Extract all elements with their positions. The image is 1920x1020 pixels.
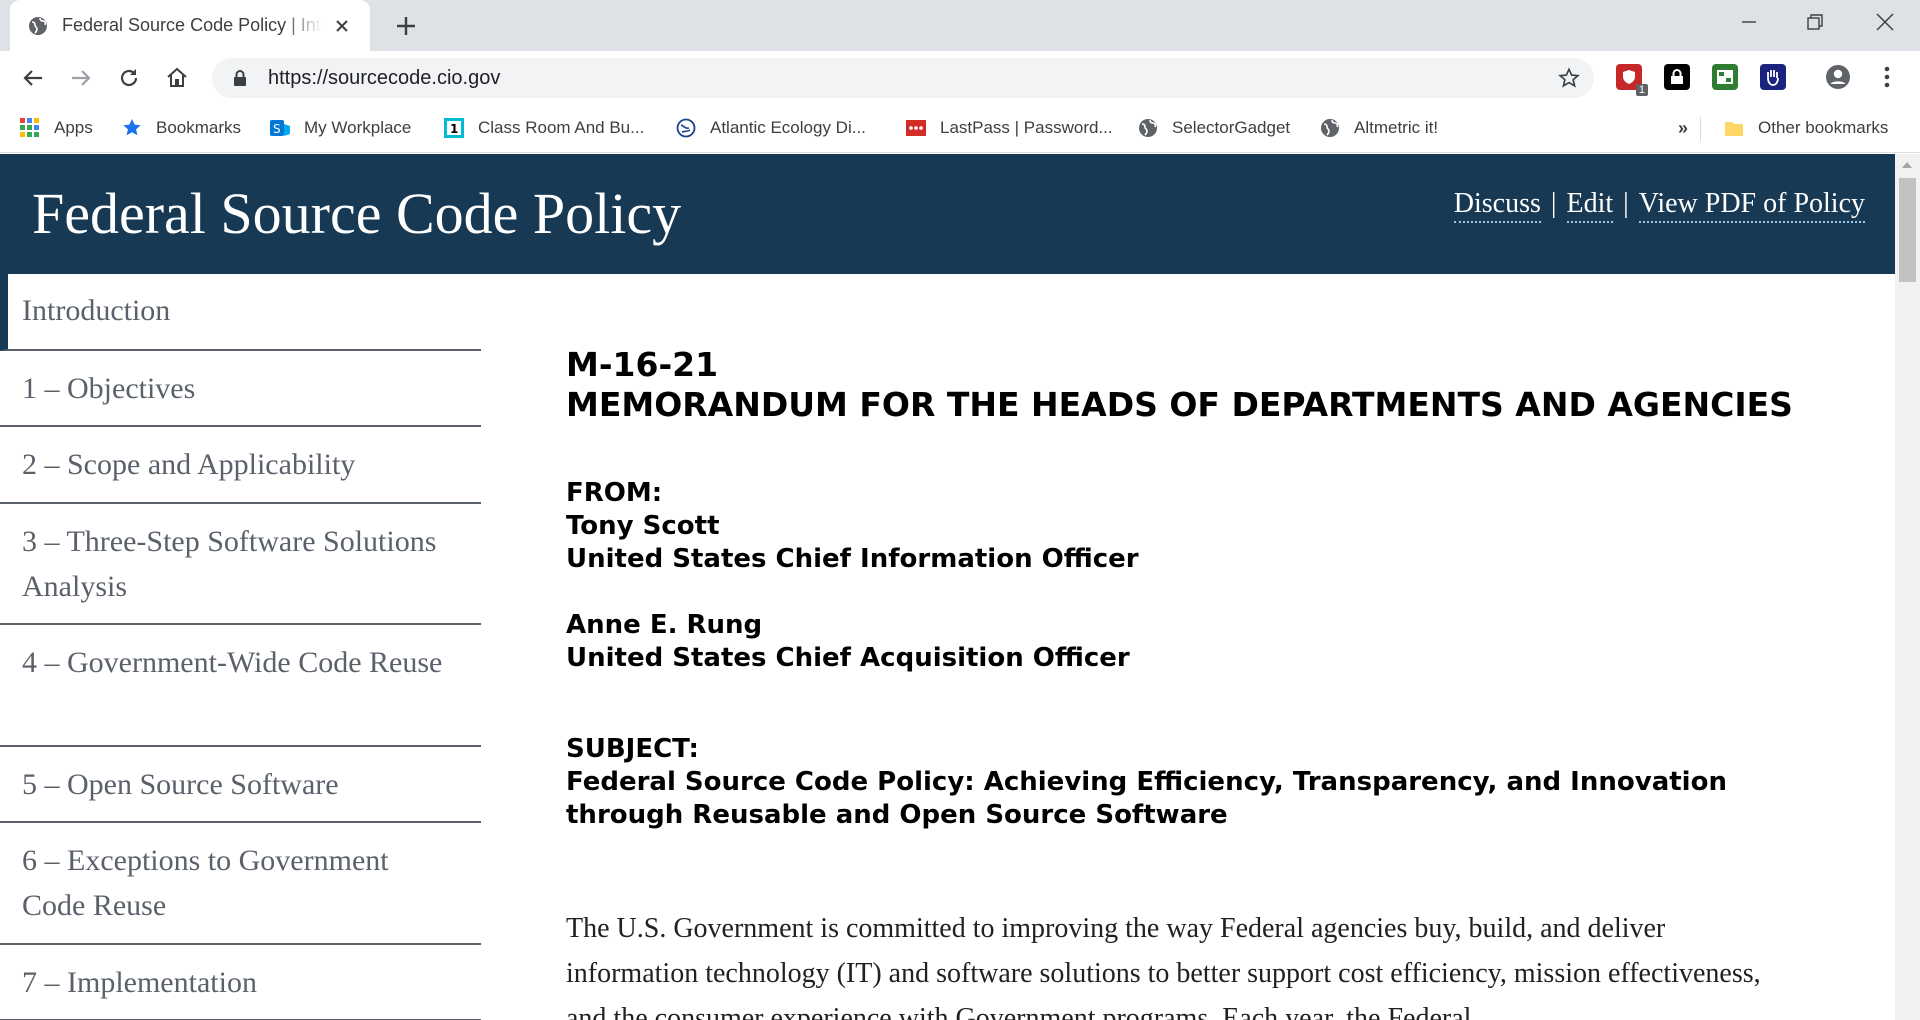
subject-text: Federal Source Code Policy: Achieving Ef… — [566, 767, 1727, 830]
sidebar-item-scope[interactable]: 2 – Scope and Applicability — [0, 427, 481, 504]
bookmark-my-workplace[interactable]: S My Workplace — [270, 118, 411, 138]
from-label: FROM: — [566, 478, 663, 508]
site-title[interactable]: Federal Source Code Policy — [32, 180, 681, 247]
globe-icon — [1138, 118, 1158, 138]
link-separator: | — [1623, 188, 1629, 219]
home-button[interactable] — [162, 63, 192, 93]
close-window-button[interactable] — [1858, 6, 1912, 38]
svg-text:1: 1 — [450, 122, 458, 136]
from-name-1: Tony Scott — [566, 511, 720, 541]
chrome-menu-button[interactable] — [1874, 64, 1900, 90]
bookmarks-divider — [1700, 117, 1701, 141]
bookmark-label: Other bookmarks — [1758, 118, 1889, 137]
bookmarks-bar: Apps Bookmarks S My Workplace 1 Class Ro… — [0, 105, 1920, 153]
forward-arrow-icon — [72, 70, 91, 86]
bookmark-altmetric[interactable]: Altmetric it! — [1320, 118, 1438, 138]
memo-heading: MEMORANDUM FOR THE HEADS OF DEPARTMENTS … — [566, 385, 1793, 424]
bookmark-bookmarks[interactable]: Bookmarks — [122, 118, 241, 138]
bookmark-selectorgadget[interactable]: SelectorGadget — [1138, 118, 1290, 138]
apps-grid-icon — [20, 118, 40, 138]
reload-icon — [120, 69, 138, 87]
close-tab-icon[interactable] — [332, 16, 352, 36]
lock-extension-icon[interactable] — [1664, 64, 1690, 90]
globe-icon — [29, 16, 47, 35]
sidebar-nav: Introduction 1 – Objectives 2 – Scope an… — [0, 274, 481, 1020]
lastpass-icon — [906, 118, 926, 138]
bookmark-label: SelectorGadget — [1172, 118, 1291, 137]
from-title-1: United States Chief Information Officer — [566, 544, 1139, 574]
folder-icon — [1724, 118, 1744, 138]
ublock-extension-icon[interactable]: 1 — [1616, 64, 1648, 96]
sheets-extension-icon[interactable] — [1712, 64, 1738, 90]
bookmark-label: Apps — [54, 118, 93, 137]
bookmark-label: Class Room And Bu... — [478, 118, 645, 137]
site-header: Federal Source Code Policy Discuss | Edi… — [0, 154, 1895, 274]
lock-icon — [234, 70, 246, 86]
forward-button[interactable] — [66, 63, 96, 93]
bookmark-label: Atlantic Ecology Di... — [710, 118, 866, 137]
main-content: M-16-21 MEMORANDUM FOR THE HEADS OF DEPA… — [566, 345, 1796, 1020]
tab-title: Federal Source Code Policy | Introductio… — [62, 15, 322, 35]
subject-label: SUBJECT: — [566, 734, 699, 764]
calendar-icon: 1 — [444, 118, 464, 138]
sidebar-item-exceptions[interactable]: 6 – Exceptions to Government Code Reuse — [0, 823, 481, 945]
sidebar-item-three-step-analysis[interactable]: 3 – Three-Step Software Solutions Analys… — [0, 504, 481, 625]
from-title-2: United States Chief Acquisition Officer — [566, 643, 1130, 673]
browser-tab[interactable]: Federal Source Code Policy | Introductio… — [10, 0, 370, 51]
bookmarks-overflow-button[interactable]: » — [1678, 118, 1688, 139]
minimize-button[interactable] — [1722, 6, 1776, 38]
minimize-icon — [1742, 21, 1756, 23]
sharepoint-icon: S — [270, 118, 290, 138]
scrollbar-thumb[interactable] — [1899, 178, 1916, 282]
close-icon — [1876, 13, 1894, 31]
header-links: Discuss | Edit | View PDF of Policy — [1453, 188, 1865, 223]
bookmark-star-icon[interactable] — [1558, 67, 1580, 89]
memo-number: M-16-21 — [566, 345, 719, 384]
extension-badge: 1 — [1635, 84, 1648, 96]
sidebar-item-code-reuse[interactable]: 4 – Government-Wide Code Reuse — [0, 625, 481, 747]
star-icon — [122, 118, 142, 138]
page-scrollbar[interactable] — [1895, 154, 1920, 1020]
hand-extension-icon[interactable] — [1760, 64, 1786, 90]
sidebar-item-open-source[interactable]: 5 – Open Source Software — [0, 747, 481, 823]
url-text[interactable]: https://sourcecode.cio.gov — [268, 67, 500, 90]
bookmark-atlantic-ecology[interactable]: Atlantic Ecology Di... — [676, 118, 866, 138]
scroll-up-arrow-icon[interactable] — [1902, 162, 1912, 168]
bookmark-class-room[interactable]: 1 Class Room And Bu... — [444, 118, 644, 138]
sidebar-item-implementation[interactable]: 7 – Implementation — [0, 945, 481, 1020]
account-icon — [1826, 65, 1850, 89]
link-separator: | — [1550, 188, 1557, 219]
bookmark-label: My Workplace — [304, 118, 412, 137]
new-tab-icon[interactable] — [392, 12, 420, 40]
restore-icon — [1807, 14, 1823, 30]
browser-tabstrip: Federal Source Code Policy | Introductio… — [0, 0, 1920, 51]
restore-button[interactable] — [1788, 6, 1842, 38]
edit-link[interactable]: Edit — [1566, 188, 1614, 223]
back-button[interactable] — [18, 63, 48, 93]
bookmark-lastpass[interactable]: LastPass | Password... — [906, 118, 1113, 138]
bookmark-label: Bookmarks — [156, 118, 242, 137]
intro-paragraph: The U.S. Government is committed to impr… — [566, 913, 1761, 1020]
bookmark-label: LastPass | Password... — [940, 118, 1113, 137]
back-arrow-icon — [23, 70, 42, 86]
globe-icon — [676, 118, 696, 138]
more-vert-icon — [1884, 66, 1890, 88]
bookmark-label: Altmetric it! — [1354, 118, 1439, 137]
svg-text:S: S — [273, 122, 281, 136]
discuss-link[interactable]: Discuss — [1453, 188, 1541, 223]
sidebar-item-introduction[interactable]: Introduction — [0, 274, 481, 351]
address-bar[interactable]: https://sourcecode.cio.gov — [212, 58, 1594, 98]
home-icon — [167, 67, 187, 87]
globe-icon — [1320, 118, 1340, 138]
reload-button[interactable] — [114, 63, 144, 93]
view-pdf-link[interactable]: View PDF of Policy — [1638, 188, 1865, 223]
from-name-2: Anne E. Rung — [566, 610, 763, 640]
browser-toolbar: https://sourcecode.cio.gov 1 — [0, 51, 1920, 105]
profile-button[interactable] — [1825, 64, 1851, 90]
other-bookmarks[interactable]: Other bookmarks — [1724, 118, 1888, 138]
bookmark-apps[interactable]: Apps — [20, 118, 93, 138]
sidebar-item-objectives[interactable]: 1 – Objectives — [0, 351, 481, 427]
